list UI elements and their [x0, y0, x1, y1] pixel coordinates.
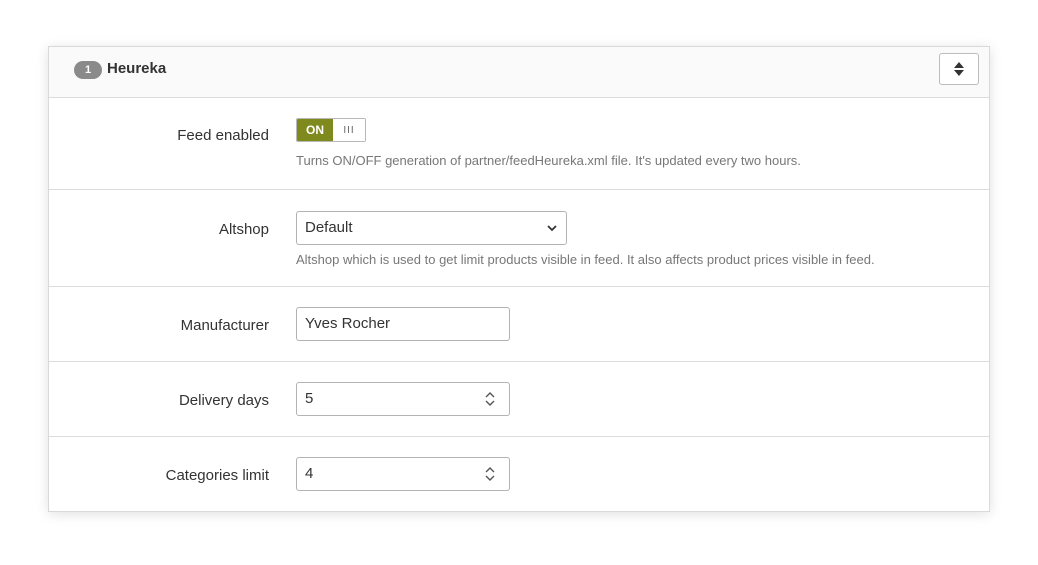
row-feed-enabled: Feed enabled ON III Turns ON/OFF generat… — [49, 98, 989, 190]
feed-enabled-switch[interactable]: ON III — [296, 118, 366, 142]
row-altshop: Altshop Default Altshop which is used to… — [49, 190, 989, 287]
feed-enabled-help: Turns ON/OFF generation of partner/feedH… — [296, 153, 801, 168]
feed-enabled-label: Feed enabled — [177, 127, 269, 144]
altshop-label: Altshop — [218, 221, 269, 238]
spinner-icon[interactable] — [481, 463, 499, 485]
panel-title: Heureka — [107, 60, 167, 77]
panel-header: 1 Heureka — [49, 47, 989, 98]
altshop-selected-value: Default — [305, 219, 353, 236]
categories-limit-label: Categories limit — [165, 467, 269, 484]
sort-icon — [954, 62, 964, 76]
altshop-select[interactable]: Default — [296, 211, 567, 245]
row-categories-limit: Categories limit 4 — [49, 437, 989, 512]
delivery-days-value: 5 — [305, 390, 314, 407]
row-manufacturer: Manufacturer Yves Rocher — [49, 287, 989, 362]
categories-limit-input[interactable]: 4 — [296, 457, 510, 491]
switch-on-label: ON — [297, 119, 333, 141]
categories-limit-value: 4 — [305, 465, 314, 482]
row-delivery-days: Delivery days 5 — [49, 362, 989, 437]
altshop-help: Altshop which is used to get limit produ… — [296, 252, 875, 267]
panel-collapse-button[interactable] — [939, 53, 979, 85]
manufacturer-value: Yves Rocher — [305, 315, 391, 332]
switch-off-handle: III — [333, 119, 365, 141]
delivery-days-input[interactable]: 5 — [296, 382, 510, 416]
chevron-down-icon — [547, 225, 557, 232]
delivery-days-label: Delivery days — [178, 392, 269, 409]
heureka-panel: 1 Heureka Feed enabled ON III Turns ON/O… — [48, 46, 990, 512]
manufacturer-label: Manufacturer — [180, 317, 269, 334]
spinner-icon[interactable] — [481, 388, 499, 410]
panel-badge: 1 — [74, 61, 102, 79]
manufacturer-input[interactable]: Yves Rocher — [296, 307, 510, 341]
